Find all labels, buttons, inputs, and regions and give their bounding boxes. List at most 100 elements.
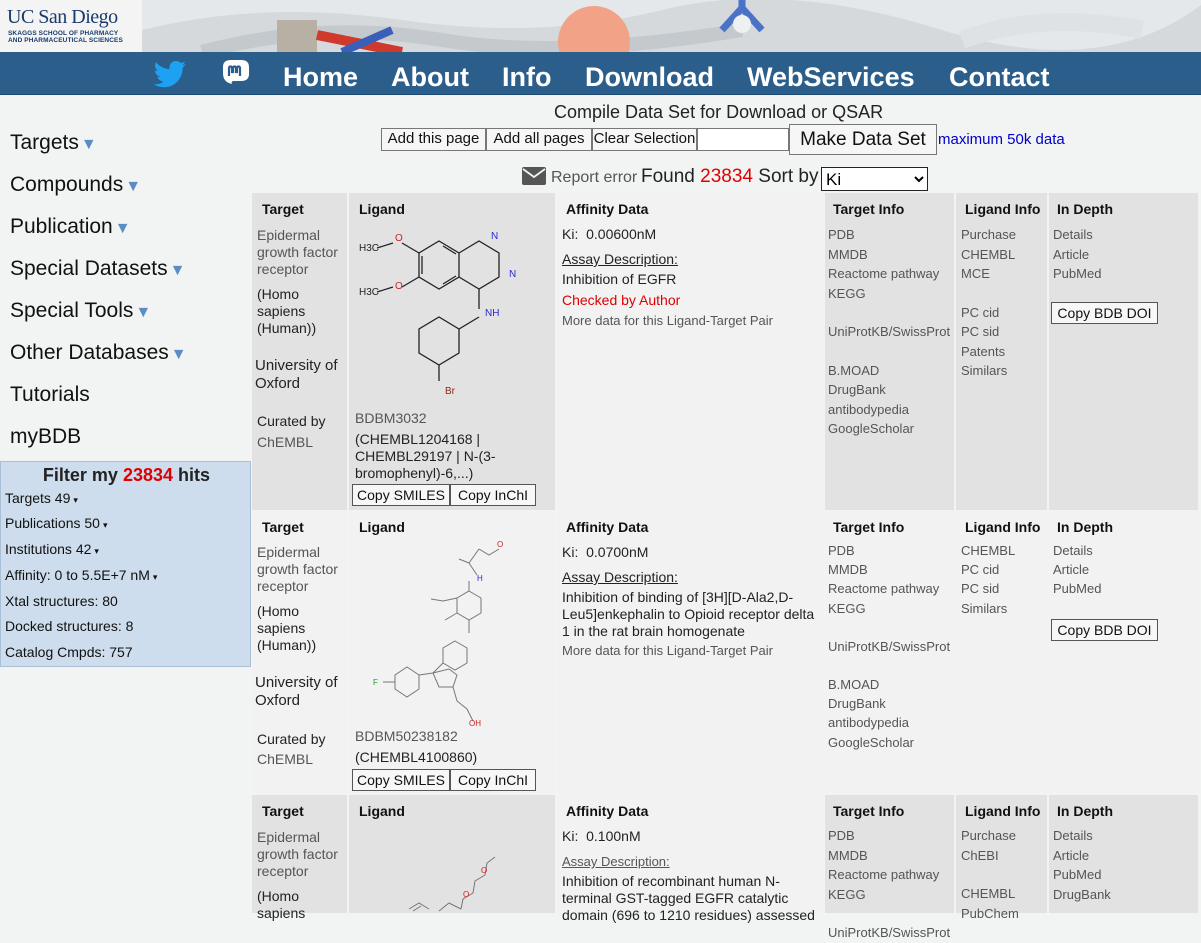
target-name-link[interactable]: Epidermal growth factor receptor [257,829,338,880]
bdbm-id[interactable]: BDBM50238182 [355,728,458,745]
similars-link[interactable]: Similars [961,599,1015,618]
patents-link[interactable]: Patents [961,342,1016,362]
mastodon-icon[interactable] [219,58,253,88]
sidebar-item-tutorials[interactable]: Tutorials [10,382,90,408]
pdb-link[interactable]: PDB [828,826,950,846]
filter-xtal-structures[interactable]: Xtal structures: 80 [5,593,118,609]
mce-link[interactable]: MCE [961,264,1016,284]
assay-description-label[interactable]: Assay Description: [562,251,678,268]
pc-sid-link[interactable]: PC sid [961,322,1016,342]
ligand-structure-image[interactable]: N N O O H3C H3C NH Br [357,221,527,401]
copy-smiles-button[interactable]: Copy SMILES [352,484,450,506]
add-all-pages-button[interactable]: Add all pages [486,128,592,151]
curator-link[interactable]: ChEMBL [257,434,313,451]
similars-link[interactable]: Similars [961,361,1016,381]
uniprot-link[interactable]: UniProtKB/SwissProt [828,923,950,943]
uniprot-link[interactable]: UniProtKB/SwissProt [828,322,950,342]
pc-sid-link[interactable]: PC sid [961,579,1015,598]
sidebar-item-publication[interactable]: Publication ▼ [10,214,131,242]
kegg-link[interactable]: KEGG [828,885,950,905]
reactome-link[interactable]: Reactome pathway [828,579,950,598]
bdbm-id[interactable]: BDBM3032 [355,410,427,427]
nav-download[interactable]: Download [585,62,714,92]
sidebar-item-targets[interactable]: Targets ▼ [10,130,97,158]
filter-targets[interactable]: Targets 49 ▾ [5,490,78,506]
details-link[interactable]: Details [1053,826,1111,846]
googlescholar-link[interactable]: GoogleScholar [828,733,950,752]
antibodypedia-link[interactable]: antibodypedia [828,400,950,420]
copy-smiles-button[interactable]: Copy SMILES [352,769,450,791]
nav-webservices[interactable]: WebServices [747,62,915,92]
pubchem-link[interactable]: PubChem [961,904,1019,924]
googlescholar-link[interactable]: GoogleScholar [828,419,950,439]
ligand-structure-image[interactable]: O O [399,851,519,913]
article-link[interactable]: Article [1053,846,1111,866]
article-link[interactable]: Article [1053,560,1101,579]
sidebar-item-compounds[interactable]: Compounds ▼ [10,172,141,200]
nav-info[interactable]: Info [502,62,551,92]
pubmed-link[interactable]: PubMed [1053,264,1101,284]
purchase-link[interactable]: Purchase [961,826,1019,846]
reactome-link[interactable]: Reactome pathway [828,865,950,885]
copy-bdb-doi-button[interactable]: Copy BDB DOI [1051,619,1158,641]
chembl-link[interactable]: CHEMBL [961,245,1016,265]
curator-link[interactable]: ChEMBL [257,751,313,768]
sidebar-item-special-tools[interactable]: Special Tools ▼ [10,298,151,326]
kegg-link[interactable]: KEGG [828,599,950,618]
chebi-link[interactable]: ChEBI [961,846,1019,866]
clear-selection-button[interactable]: Clear Selection [592,128,697,151]
envelope-icon[interactable] [522,167,546,185]
article-link[interactable]: Article [1053,245,1101,265]
nav-home[interactable]: Home [283,62,358,92]
nav-contact[interactable]: Contact [949,62,1050,92]
reactome-link[interactable]: Reactome pathway [828,264,950,284]
sort-by-select[interactable]: Ki [821,167,928,191]
pdb-link[interactable]: PDB [828,225,950,245]
ligand-structure-image[interactable]: O H F OH [369,541,519,726]
details-link[interactable]: Details [1053,225,1101,245]
sidebar-item-special-datasets[interactable]: Special Datasets ▼ [10,256,185,284]
twitter-icon[interactable] [153,60,187,90]
filter-institutions[interactable]: Institutions 42 ▾ [5,541,99,557]
copy-inchi-button[interactable]: Copy InChI [450,484,536,506]
chembl-link[interactable]: CHEMBL [961,884,1019,904]
mmdb-link[interactable]: MMDB [828,245,950,265]
filter-catalog-cmpds[interactable]: Catalog Cmpds: 757 [5,644,133,660]
pubmed-link[interactable]: PubMed [1053,579,1101,598]
pc-cid-link[interactable]: PC cid [961,560,1015,579]
details-link[interactable]: Details [1053,541,1101,560]
filter-affinity[interactable]: Affinity: 0 to 5.5E+7 nM ▾ [5,567,157,583]
pdb-link[interactable]: PDB [828,541,950,560]
copy-inchi-button[interactable]: Copy InChI [450,769,536,791]
target-name-link[interactable]: Epidermal growth factor receptor [257,227,338,278]
bmoad-link[interactable]: B.MOAD [828,675,950,694]
max-50k-link[interactable]: maximum 50k data [938,131,1065,148]
filter-docked-structures[interactable]: Docked structures: 8 [5,618,133,634]
bmoad-link[interactable]: B.MOAD [828,361,950,381]
assay-description-label[interactable]: Assay Description: [562,569,678,586]
more-data-link[interactable]: More data for this Ligand-Target Pair [562,642,773,659]
mmdb-link[interactable]: MMDB [828,846,950,866]
chembl-link[interactable]: CHEMBL [961,541,1015,560]
copy-bdb-doi-button[interactable]: Copy BDB DOI [1051,302,1158,324]
mmdb-link[interactable]: MMDB [828,560,950,579]
more-data-link[interactable]: More data for this Ligand-Target Pair [562,312,773,329]
drugbank-link[interactable]: DrugBank [828,380,950,400]
pubmed-link[interactable]: PubMed [1053,865,1111,885]
nav-about[interactable]: About [391,62,469,92]
kegg-link[interactable]: KEGG [828,284,950,304]
sidebar-item-mybdb[interactable]: myBDB [10,424,81,450]
sidebar-item-other-databases[interactable]: Other Databases ▼ [10,340,187,368]
uniprot-link[interactable]: UniProtKB/SwissProt [828,637,950,656]
make-data-set-button[interactable]: Make Data Set [789,124,937,155]
filter-publications[interactable]: Publications 50 ▾ [5,515,107,531]
ucsd-logo[interactable]: UC San Diego SKAGGS SCHOOL OF PHARMACY A… [0,0,142,52]
purchase-link[interactable]: Purchase [961,225,1016,245]
add-this-page-button[interactable]: Add this page [381,128,486,151]
antibodypedia-link[interactable]: antibodypedia [828,713,950,732]
dataset-name-input[interactable] [697,128,789,151]
report-error-link[interactable]: Report error [551,169,637,187]
pc-cid-link[interactable]: PC cid [961,303,1016,323]
assay-description-label[interactable]: Assay Description: [562,853,670,870]
drugbank-link[interactable]: DrugBank [1053,885,1111,905]
